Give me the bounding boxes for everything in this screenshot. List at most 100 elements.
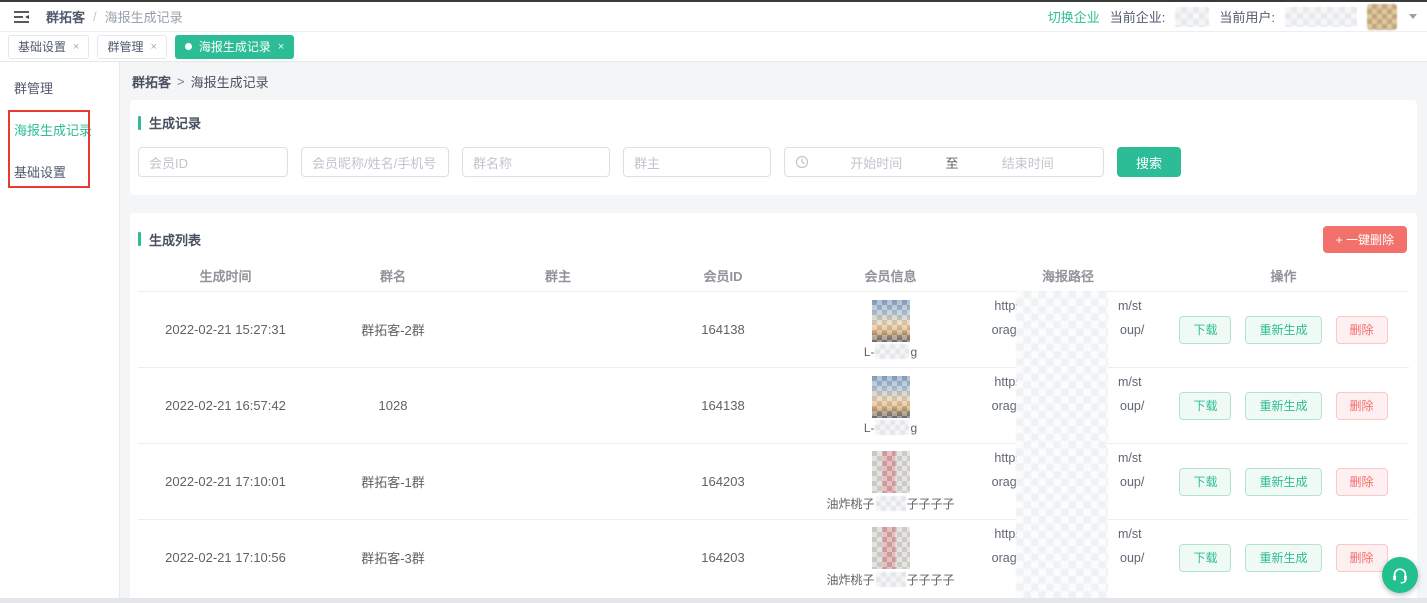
regenerate-button[interactable]: 重新生成	[1245, 316, 1321, 344]
col-member-id: 会员ID	[643, 266, 803, 285]
page-breadcrumb-separator: >	[177, 74, 185, 89]
search-card: 生成记录 会员ID 会员昵称/姓名/手机号 群名称 群主 开始时间 至 结	[130, 100, 1417, 195]
page-breadcrumb-root: 群拓客	[132, 72, 171, 91]
download-button[interactable]: 下载	[1179, 544, 1231, 572]
cell-actions: 下载 重新生成 删除	[1158, 468, 1409, 496]
regenerate-button[interactable]: 重新生成	[1245, 468, 1321, 496]
cell-actions: 下载 重新生成 删除	[1158, 392, 1409, 420]
cell-actions: 下载 重新生成 删除	[1158, 316, 1409, 344]
range-separator: 至	[942, 153, 963, 172]
download-button[interactable]: 下载	[1179, 468, 1231, 496]
horizontal-scrollbar[interactable]	[0, 598, 1427, 603]
menu-collapse-icon[interactable]	[10, 7, 32, 27]
sidebar-item-basic-settings[interactable]: 基础设置	[0, 152, 119, 194]
switch-company-link[interactable]: 切换企业	[1048, 7, 1100, 26]
section-title-text: 生成列表	[149, 230, 201, 249]
blurred-name	[876, 572, 906, 587]
blurred-company-name	[1175, 7, 1209, 27]
group-owner-input[interactable]: 群主	[623, 147, 771, 177]
delete-button[interactable]: 删除	[1336, 392, 1388, 420]
delete-button[interactable]: 删除	[1336, 544, 1388, 572]
section-title-text: 生成记录	[149, 113, 201, 132]
member-id-input[interactable]: 会员ID	[138, 147, 288, 177]
col-member-info: 会员信息	[803, 266, 978, 285]
table-row: 2022-02-21 17:10:56 群拓客-3群 164203 油炸桃子子子…	[138, 519, 1409, 595]
cell-group-name: 群拓客-1群	[313, 472, 473, 491]
close-icon[interactable]: ×	[278, 41, 284, 53]
page-breadcrumb: 群拓客 > 海报生成记录	[120, 62, 1427, 100]
close-icon[interactable]: ×	[150, 41, 156, 53]
main-content: 群拓客 > 海报生成记录 生成记录 会员ID 会员昵称/姓名/手机号 群名称 群…	[120, 62, 1427, 603]
records-table: 生成时间 群名 群主 会员ID 会员信息 海报路径 操作 2022-02-21 …	[138, 259, 1409, 595]
sidebar-item-group-management[interactable]: 群管理	[0, 68, 119, 110]
col-time: 生成时间	[138, 266, 313, 285]
user-avatar[interactable]	[1367, 4, 1397, 30]
app-header: 群拓客 / 海报生成记录 切换企业 当前企业: 当前用户:	[0, 2, 1427, 32]
list-card: 生成列表 + 一键删除 生成时间 群名 群主 会员ID 会员信息 海报路径 操作…	[130, 213, 1417, 603]
col-group-name: 群名	[313, 266, 473, 285]
cell-group-name: 群拓客-2群	[313, 320, 473, 339]
tab-label: 群管理	[107, 38, 143, 55]
cell-time: 2022-02-21 17:10:56	[138, 550, 313, 565]
breadcrumb-separator: /	[93, 9, 97, 24]
breadcrumb-root[interactable]: 群拓客	[46, 7, 85, 26]
cell-member-id: 164203	[643, 550, 803, 565]
table-row: 2022-02-21 15:27:31 群拓客-2群 164138 L-g ht…	[138, 291, 1409, 367]
search-button[interactable]: 搜索	[1117, 147, 1181, 177]
download-button[interactable]: 下载	[1179, 392, 1231, 420]
sidebar-item-poster-records[interactable]: 海报生成记录	[0, 110, 119, 152]
end-time-placeholder[interactable]: 结束时间	[963, 153, 1094, 172]
clock-icon	[795, 155, 809, 169]
cell-member-id: 164138	[643, 398, 803, 413]
tab-basic-settings[interactable]: 基础设置 ×	[8, 35, 89, 59]
start-time-placeholder[interactable]: 开始时间	[811, 153, 942, 172]
tab-poster-records-active[interactable]: 海报生成记录 ×	[175, 35, 294, 59]
member-avatar	[872, 300, 910, 342]
open-tabs-bar: 基础设置 × 群管理 × 海报生成记录 ×	[0, 32, 1427, 62]
blurred-user-name	[1285, 7, 1357, 27]
regenerate-button[interactable]: 重新生成	[1245, 544, 1321, 572]
cell-actions: 下载 重新生成 删除	[1158, 544, 1409, 572]
cell-group-name: 群拓客-3群	[313, 548, 473, 567]
sidebar: 群管理 海报生成记录 基础设置	[0, 62, 120, 603]
group-name-input[interactable]: 群名称	[462, 147, 610, 177]
cell-time: 2022-02-21 17:10:01	[138, 474, 313, 489]
blurred-name	[875, 420, 909, 435]
list-section-title: 生成列表	[138, 230, 201, 249]
headset-icon	[1390, 565, 1410, 585]
cell-member-info: L-g	[803, 376, 978, 435]
cell-member-id: 164138	[643, 322, 803, 337]
cell-member-info: L-g	[803, 300, 978, 359]
tab-group-management[interactable]: 群管理 ×	[97, 35, 166, 59]
cell-group-name: 1028	[313, 398, 473, 413]
cell-member-info: 油炸桃子子子子子	[803, 527, 978, 588]
blurred-url-strip	[1016, 291, 1108, 603]
delete-button[interactable]: 删除	[1336, 316, 1388, 344]
close-icon[interactable]: ×	[73, 41, 79, 53]
search-section-title: 生成记录	[138, 113, 1409, 132]
page-breadcrumb-current: 海报生成记录	[191, 72, 269, 91]
member-avatar	[872, 376, 910, 418]
batch-delete-button[interactable]: + 一键删除	[1323, 226, 1407, 253]
date-range-picker[interactable]: 开始时间 至 结束时间	[784, 147, 1104, 177]
tab-label: 基础设置	[18, 38, 66, 55]
table-row: 2022-02-21 17:10:01 群拓客-1群 164203 油炸桃子子子…	[138, 443, 1409, 519]
current-company-label: 当前企业:	[1110, 7, 1166, 26]
member-avatar	[872, 527, 910, 569]
col-actions: 操作	[1158, 266, 1409, 285]
active-dot-icon	[185, 43, 192, 50]
customer-service-button[interactable]	[1382, 557, 1418, 593]
chevron-down-icon[interactable]	[1409, 14, 1417, 19]
table-header-row: 生成时间 群名 群主 会员ID 会员信息 海报路径 操作	[138, 259, 1409, 291]
regenerate-button[interactable]: 重新生成	[1245, 392, 1321, 420]
delete-button[interactable]: 删除	[1336, 468, 1388, 496]
tab-label: 海报生成记录	[199, 38, 271, 55]
member-avatar	[872, 451, 910, 493]
section-marker	[138, 232, 141, 246]
member-name-input[interactable]: 会员昵称/姓名/手机号	[301, 147, 449, 177]
col-group-owner: 群主	[473, 266, 643, 285]
cell-time: 2022-02-21 15:27:31	[138, 322, 313, 337]
download-button[interactable]: 下载	[1179, 316, 1231, 344]
cell-time: 2022-02-21 16:57:42	[138, 398, 313, 413]
current-user-label: 当前用户:	[1219, 7, 1275, 26]
